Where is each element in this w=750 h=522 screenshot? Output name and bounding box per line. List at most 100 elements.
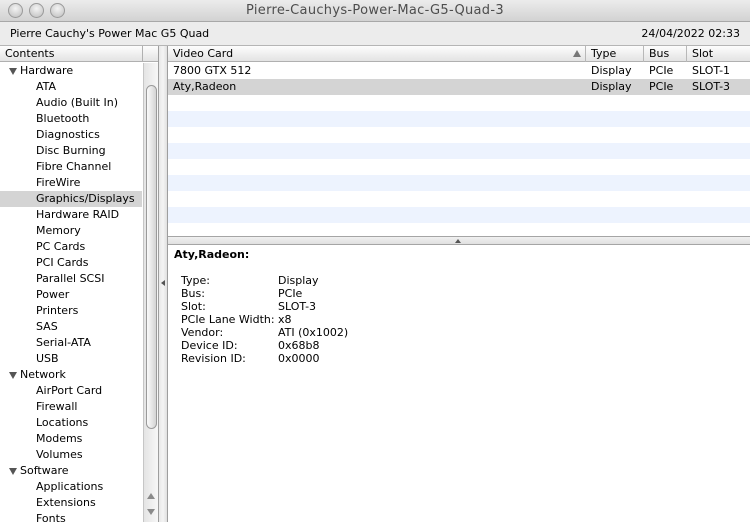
sidebar-item-usb[interactable]: USB [0,351,142,367]
cell-bus: PCIe [649,64,674,77]
contents-tree: Hardware ATA Audio (Built In) Bluetooth … [0,63,142,522]
detail-row-revision-id: Revision ID: 0x0000 [181,352,481,365]
machine-name: Pierre Cauchy's Power Mac G5 Quad [10,27,210,40]
horizontal-splitter[interactable] [168,236,750,245]
disclosure-triangle-icon[interactable] [9,468,17,475]
sidebar-item-pc-cards[interactable]: PC Cards [0,239,142,255]
detail-row-device-id: Device ID: 0x68b8 [181,339,481,352]
sidebar-item-graphics-displays[interactable]: Graphics/Displays [0,191,142,207]
group-label: Network [20,368,66,381]
sidebar-item-pci-cards[interactable]: PCI Cards [0,255,142,271]
scroll-down-arrow-icon[interactable] [147,509,155,515]
table-row[interactable]: 7800 GTX 512 Display PCIe SLOT-1 [168,63,750,79]
group-label: Hardware [20,64,74,77]
column-header-type[interactable]: Type [586,46,644,62]
sidebar-item-fonts[interactable]: Fonts [0,511,142,522]
splitter-arrow-icon[interactable] [455,239,461,243]
sidebar-item-hardware-raid[interactable]: Hardware RAID [0,207,142,223]
detail-value: 0x68b8 [278,339,320,352]
detail-row-lane-width: PCIe Lane Width: x8 [181,313,481,326]
sidebar-item-printers[interactable]: Printers [0,303,142,319]
detail-row-bus: Bus: PCIe [181,287,481,300]
sort-ascending-icon [573,50,581,57]
group-label: Software [20,464,69,477]
sidebar-item-power[interactable]: Power [0,287,142,303]
detail-key: Type: [181,274,210,287]
table-row[interactable]: Aty,Radeon Display PCIe SLOT-3 [168,79,750,95]
detail-row-vendor: Vendor: ATI (0x1002) [181,326,481,339]
sidebar-item-applications[interactable]: Applications [0,479,142,495]
detail-pane: Aty,Radeon: Type: Display Bus: PCIe Slot: S… [168,245,750,522]
empty-row [168,223,750,236]
empty-row [168,111,750,127]
cell-bus: PCIe [649,80,674,93]
sidebar-item-parallel-scsi[interactable]: Parallel SCSI [0,271,142,287]
column-divider [142,46,143,62]
table-header: Video Card Type Bus Slot [168,46,750,62]
window-title: Pierre-Cauchys-Power-Mac-G5-Quad-3 [246,3,504,18]
detail-value: ATI (0x1002) [278,326,349,339]
report-date: 24/04/2022 02:33 [641,27,740,40]
empty-row [168,159,750,175]
sidebar-item-fibre-channel[interactable]: Fibre Channel [0,159,142,175]
cell-video-card: 7800 GTX 512 [173,64,252,77]
sidebar-item-bluetooth[interactable]: Bluetooth [0,111,142,127]
disclosure-triangle-icon[interactable] [9,68,17,75]
detail-key: Vendor: [181,326,224,339]
cell-type: Display [591,80,632,93]
cell-slot: SLOT-1 [692,64,731,77]
contents-column-header[interactable]: Contents [0,46,158,62]
detail-list: Type: Display Bus: PCIe Slot: SLOT-3 PCIe L… [181,274,481,365]
sidebar-item-ata[interactable]: ATA [0,79,142,95]
detail-value: x8 [278,313,292,326]
table-body: 7800 GTX 512 Display PCIe SLOT-1 Aty,Rad… [168,63,750,236]
detail-title: Aty,Radeon: [174,248,250,261]
title-bar: Pierre-Cauchys-Power-Mac-G5-Quad-3 [0,0,750,22]
empty-row [168,127,750,143]
group-network[interactable]: Network [0,367,142,383]
detail-key: Revision ID: [181,352,246,365]
sidebar-item-disc-burning[interactable]: Disc Burning [0,143,142,159]
group-software[interactable]: Software [0,463,142,479]
detail-key: Device ID: [181,339,238,352]
cell-video-card: Aty,Radeon [173,80,237,93]
sidebar-item-firewire[interactable]: FireWire [0,175,142,191]
detail-value: PCIe [278,287,303,300]
sidebar-item-firewall[interactable]: Firewall [0,399,142,415]
group-hardware[interactable]: Hardware [0,63,142,79]
scrollbar-thumb[interactable] [146,85,157,429]
detail-value: SLOT-3 [278,300,317,313]
detail-key: Bus: [181,287,205,300]
report-header: Pierre Cauchy's Power Mac G5 Quad 24/04/… [0,22,750,46]
sidebar-item-locations[interactable]: Locations [0,415,142,431]
splitter-arrow-icon[interactable] [161,280,165,286]
empty-row [168,95,750,111]
detail-key: PCIe Lane Width: [181,313,275,326]
sidebar-item-diagnostics[interactable]: Diagnostics [0,127,142,143]
detail-value: Display [278,274,319,287]
column-header-slot[interactable]: Slot [687,46,750,62]
column-header-video-card[interactable]: Video Card [168,46,586,62]
disclosure-triangle-icon[interactable] [9,372,17,379]
video-card-table: Video Card Type Bus Slot 7800 GTX 512 Di… [168,46,750,236]
sidebar-item-sas[interactable]: SAS [0,319,142,335]
sidebar-item-extensions[interactable]: Extensions [0,495,142,511]
sidebar-item-volumes[interactable]: Volumes [0,447,142,463]
sidebar-item-modems[interactable]: Modems [0,431,142,447]
empty-row [168,143,750,159]
vertical-splitter[interactable] [159,46,168,522]
contents-sidebar: Contents Hardware ATA Audio (Built In) B… [0,46,159,522]
sidebar-item-serial-ata[interactable]: Serial-ATA [0,335,142,351]
empty-row [168,191,750,207]
cell-slot: SLOT-3 [692,80,731,93]
scroll-up-arrow-icon[interactable] [147,493,155,499]
detail-row-type: Type: Display [181,274,481,287]
empty-row [168,175,750,191]
sidebar-item-audio[interactable]: Audio (Built In) [0,95,142,111]
sidebar-item-memory[interactable]: Memory [0,223,142,239]
column-header-bus[interactable]: Bus [644,46,687,62]
detail-row-slot: Slot: SLOT-3 [181,300,481,313]
sidebar-item-airport-card[interactable]: AirPort Card [0,383,142,399]
sidebar-scrollbar[interactable] [143,63,158,522]
detail-key: Slot: [181,300,206,313]
